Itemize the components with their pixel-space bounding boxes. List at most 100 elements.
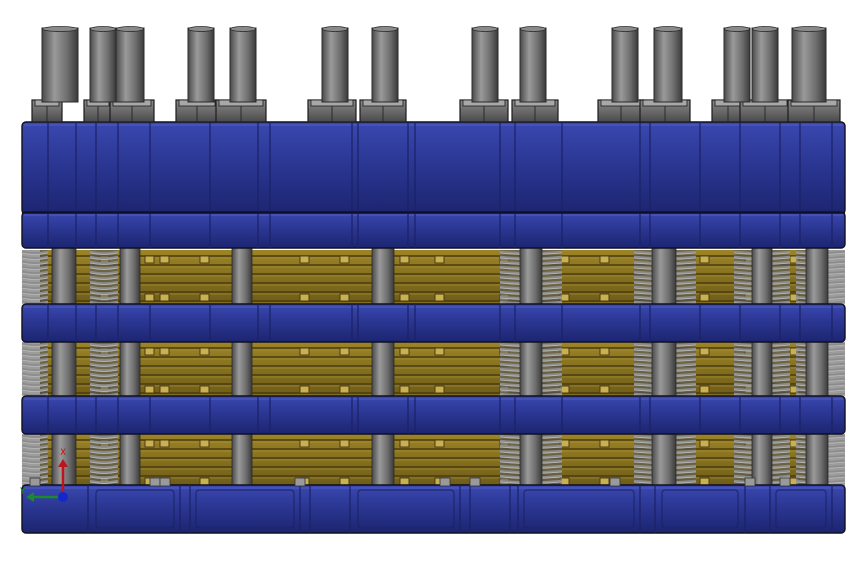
spring-coil [21, 367, 49, 372]
cell-tab [339, 347, 350, 356]
spring-coil [89, 352, 119, 357]
tie-rod-stud [611, 27, 639, 103]
bottom-bolt-head [439, 477, 451, 487]
bottom-bolt-head [294, 477, 306, 487]
bottom-end-plate [21, 484, 846, 534]
spring-coil [21, 250, 49, 255]
cell-tab [199, 255, 210, 264]
tie-rod [371, 245, 395, 489]
cell-tab [434, 385, 445, 394]
cell-tab [159, 255, 170, 264]
spring-coil [89, 255, 119, 260]
tie-rod-stud-end [472, 26, 498, 32]
cell-tab [699, 477, 710, 486]
spring-coil [21, 362, 49, 367]
spring-coil [21, 295, 49, 300]
spring-coil [89, 270, 119, 275]
tie-rod-stud [321, 27, 349, 103]
tie-rod [231, 245, 253, 489]
cell-tab [434, 347, 445, 356]
tie-rod-stud-end [42, 26, 78, 32]
cell-tab [299, 385, 310, 394]
cell-tab [599, 385, 610, 394]
cell-tab [399, 255, 410, 264]
spring-coil [21, 260, 49, 265]
cell-tab [299, 347, 310, 356]
spring-coil [21, 372, 49, 377]
tie-rod [751, 245, 773, 489]
cell-tab [159, 385, 170, 394]
spring-coil [21, 290, 49, 295]
tie-rod [651, 245, 677, 489]
tie-rod-stud-end [792, 26, 826, 32]
spring-coil [21, 459, 49, 464]
tie-rod-stud-end [230, 26, 256, 32]
spring-coil [89, 300, 119, 305]
cell-tab [159, 293, 170, 302]
tie-rod-stud-end [372, 26, 398, 32]
tie-rod-stud-end [322, 26, 348, 32]
spring-coil [21, 300, 49, 305]
cell-tab [339, 255, 350, 264]
tie-rod-stud [519, 27, 547, 103]
bottom-bolt-head [744, 477, 756, 487]
tie-rod-stud-end [520, 26, 546, 32]
spring-coil [89, 362, 119, 367]
cell-tab [299, 293, 310, 302]
z-axis-dot [58, 492, 68, 502]
spring-coil [89, 382, 119, 387]
tie-rod-stud-end [654, 26, 682, 32]
tie-rod-stud-end [90, 26, 116, 32]
cell-tab [199, 477, 210, 486]
tie-rod-stud [723, 27, 751, 103]
cell-tab [199, 439, 210, 448]
spring-coil [89, 444, 119, 449]
bottom-bolt-head [159, 477, 171, 487]
spring-coil [21, 434, 49, 439]
spring-coil [21, 474, 49, 479]
tie-rod-stud [653, 27, 683, 103]
cell-tab [399, 347, 410, 356]
cell-tab [399, 477, 410, 486]
spring-coil [21, 352, 49, 357]
cell-tab [299, 255, 310, 264]
spring-coil [21, 342, 49, 347]
tie-rod-stud [89, 27, 117, 103]
tie-rod-stud-end [188, 26, 214, 32]
cell-tab [339, 439, 350, 448]
cell-tab [159, 439, 170, 448]
cell-stack [40, 250, 820, 488]
spring-coil [89, 285, 119, 290]
cell-tab [339, 293, 350, 302]
spring-coil [21, 265, 49, 270]
tie-rod-stud-end [116, 26, 144, 32]
cell-tab [699, 255, 710, 264]
tie-rod-stud [751, 27, 779, 103]
spring-coil [21, 285, 49, 290]
cell-tab [599, 347, 610, 356]
spring-coil [89, 439, 119, 444]
spring-coil [89, 434, 119, 439]
cell-tab [699, 293, 710, 302]
spring-coil [21, 275, 49, 280]
tie-rod-stud [371, 27, 399, 103]
cell-tab [599, 293, 610, 302]
cell-tab [434, 293, 445, 302]
tie-rod-stud-end [612, 26, 638, 32]
spring-coil [21, 382, 49, 387]
spring-coil [21, 444, 49, 449]
tie-rod-stud [791, 27, 827, 103]
bottom-bolt-head [779, 477, 791, 487]
cad-viewport[interactable]: X Y [0, 0, 867, 562]
cell-tab [699, 439, 710, 448]
cell-tab [339, 385, 350, 394]
stack-assembly-drawing: X Y [19, 26, 846, 534]
cell-tab [199, 385, 210, 394]
cell-tab [144, 293, 155, 302]
x-axis-label: X [60, 448, 66, 458]
tie-rod [519, 245, 543, 489]
spring-coil [89, 250, 119, 255]
spring-coil [21, 357, 49, 362]
cell-tab [434, 439, 445, 448]
tie-rod-stud [471, 27, 499, 103]
